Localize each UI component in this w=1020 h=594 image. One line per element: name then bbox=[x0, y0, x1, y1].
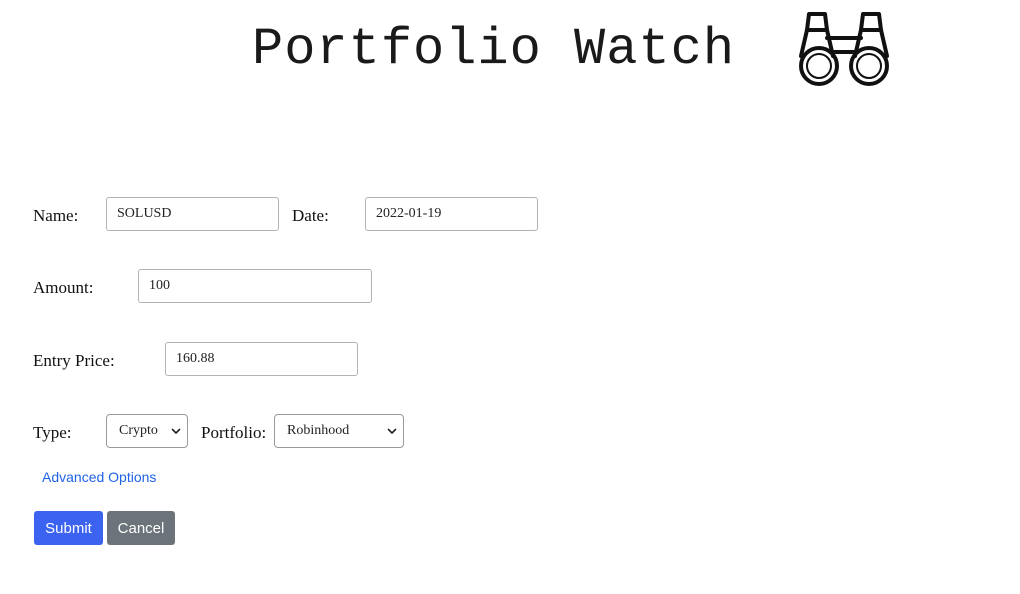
chevron-down-icon bbox=[171, 428, 181, 434]
date-label: Date: bbox=[292, 206, 329, 225]
type-select-value: Crypto bbox=[119, 423, 158, 438]
page-header: Portfolio Watch bbox=[252, 8, 889, 88]
type-select[interactable]: Crypto bbox=[106, 414, 188, 448]
amount-label: Amount: bbox=[33, 278, 94, 297]
cancel-button[interactable]: Cancel bbox=[107, 511, 175, 545]
portfolio-label: Portfolio: bbox=[201, 423, 267, 442]
binoculars-icon bbox=[799, 12, 889, 86]
portfolio-select[interactable]: Robinhood bbox=[274, 414, 404, 448]
portfolio-select-value: Robinhood bbox=[287, 423, 350, 438]
chevron-down-icon bbox=[387, 428, 397, 434]
submit-button[interactable]: Submit bbox=[34, 511, 103, 545]
amount-field[interactable] bbox=[138, 269, 372, 303]
entry-price-label: Entry Price: bbox=[33, 351, 115, 370]
name-label: Name: bbox=[33, 206, 79, 225]
advanced-options-link[interactable]: Advanced Options bbox=[42, 469, 156, 485]
date-field[interactable] bbox=[365, 197, 538, 231]
type-label: Type: bbox=[33, 423, 72, 442]
page-title: Portfolio Watch bbox=[252, 20, 736, 79]
entry-price-field[interactable] bbox=[165, 342, 358, 376]
name-field[interactable] bbox=[106, 197, 279, 231]
